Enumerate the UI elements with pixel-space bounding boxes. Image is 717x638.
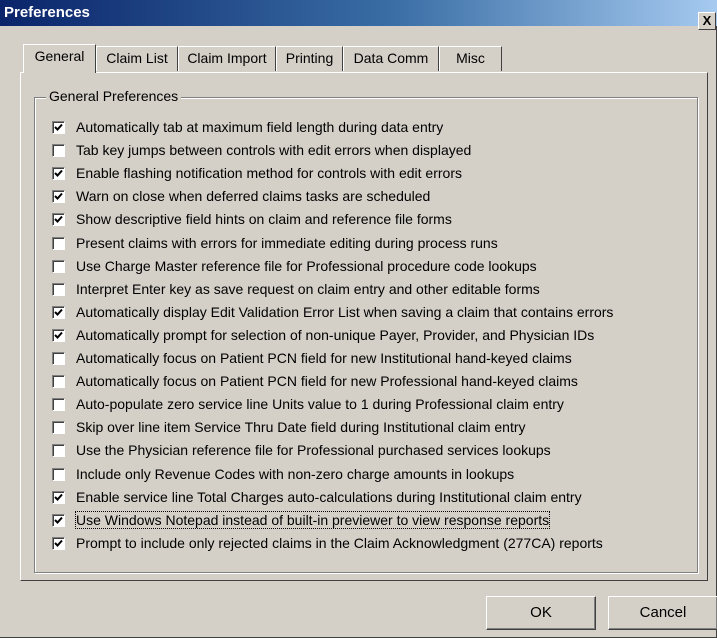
preference-option-label[interactable]: Use Charge Master reference file for Pro… xyxy=(76,258,537,274)
checkmark-icon xyxy=(54,123,63,131)
checkbox-unchecked[interactable] xyxy=(52,351,65,365)
preference-option-label[interactable]: Auto-populate zero service line Units va… xyxy=(76,396,564,412)
preference-option-label[interactable]: Automatically prompt for selection of no… xyxy=(76,327,594,343)
preference-option-label[interactable]: Automatically focus on Patient PCN field… xyxy=(76,373,578,389)
checkbox-checked[interactable] xyxy=(52,513,65,527)
checkbox-checked[interactable] xyxy=(52,189,65,203)
preference-option-label[interactable]: Enable flashing notification method for … xyxy=(76,165,462,181)
preference-option[interactable]: Use Windows Notepad instead of built-in … xyxy=(52,510,551,530)
checkbox-checked[interactable] xyxy=(52,490,65,504)
preference-option-label[interactable]: Prompt to include only rejected claims i… xyxy=(76,535,603,551)
checkbox-checked[interactable] xyxy=(52,328,65,342)
checkmark-icon xyxy=(54,493,63,501)
preference-option[interactable]: Prompt to include only rejected claims i… xyxy=(52,533,603,553)
preference-option-label[interactable]: Use the Physician reference file for Pro… xyxy=(76,442,551,458)
preference-option-label[interactable]: Automatically display Edit Validation Er… xyxy=(76,304,613,320)
checkbox-unchecked[interactable] xyxy=(52,143,65,157)
preference-option[interactable]: Automatically focus on Patient PCN field… xyxy=(52,371,578,391)
preference-option[interactable]: Warn on close when deferred claims tasks… xyxy=(52,186,430,206)
checkbox-unchecked[interactable] xyxy=(52,259,65,273)
checkmark-icon xyxy=(54,516,63,524)
checkmark-icon xyxy=(54,215,63,223)
close-button[interactable]: X xyxy=(698,12,716,30)
cancel-button[interactable]: Cancel xyxy=(608,596,717,630)
checkbox-checked[interactable] xyxy=(52,212,65,226)
preference-option[interactable]: Interpret Enter key as save request on c… xyxy=(52,279,540,299)
preference-option-label[interactable]: Skip over line item Service Thru Date fi… xyxy=(76,419,526,435)
preference-option-label[interactable]: Warn on close when deferred claims tasks… xyxy=(76,188,430,204)
tab-misc[interactable]: Misc xyxy=(439,46,502,71)
checkbox-checked[interactable] xyxy=(52,305,65,319)
window-title: Preferences xyxy=(4,4,90,21)
preference-option-label[interactable]: Automatically focus on Patient PCN field… xyxy=(76,350,572,366)
checkbox-unchecked[interactable] xyxy=(52,374,65,388)
tab-claim-import[interactable]: Claim Import xyxy=(178,46,276,71)
preference-option[interactable]: Use the Physician reference file for Pro… xyxy=(52,440,551,460)
tab-data-comm[interactable]: Data Comm xyxy=(343,46,439,71)
checkmark-icon xyxy=(54,539,63,547)
preference-option[interactable]: Tab key jumps between controls with edit… xyxy=(52,140,471,160)
title-bar[interactable]: Preferences xyxy=(0,0,717,26)
tab-general[interactable]: General xyxy=(23,44,96,73)
preference-option[interactable]: Automatically focus on Patient PCN field… xyxy=(52,348,572,368)
tab-claim-list[interactable]: Claim List xyxy=(96,46,178,71)
preference-option[interactable]: Show descriptive field hints on claim an… xyxy=(52,209,452,229)
ok-button[interactable]: OK xyxy=(486,596,596,630)
checkbox-checked[interactable] xyxy=(52,166,65,180)
preference-option-label[interactable]: Enable service line Total Charges auto-c… xyxy=(76,489,582,505)
preferences-dialog: Preferences X General Claim List Claim I… xyxy=(0,0,717,638)
preference-option-label[interactable]: Interpret Enter key as save request on c… xyxy=(76,281,540,297)
checkbox-unchecked[interactable] xyxy=(52,397,65,411)
preference-option[interactable]: Auto-populate zero service line Units va… xyxy=(52,394,564,414)
preference-option-label[interactable]: Use Windows Notepad instead of built-in … xyxy=(74,511,551,529)
tab-printing[interactable]: Printing xyxy=(276,46,343,71)
preference-option[interactable]: Present claims with errors for immediate… xyxy=(52,233,498,253)
checkbox-checked[interactable] xyxy=(52,120,65,134)
preference-option-label[interactable]: Tab key jumps between controls with edit… xyxy=(76,142,471,158)
checkbox-checked[interactable] xyxy=(52,536,65,550)
checkbox-unchecked[interactable] xyxy=(52,420,65,434)
checkbox-unchecked[interactable] xyxy=(52,443,65,457)
checkmark-icon xyxy=(54,331,63,339)
preference-option-label[interactable]: Automatically tab at maximum field lengt… xyxy=(76,119,443,135)
checkbox-unchecked[interactable] xyxy=(52,236,65,250)
preference-option[interactable]: Include only Revenue Codes with non-zero… xyxy=(52,464,514,484)
group-title: General Preferences xyxy=(46,88,182,104)
preference-option-label[interactable]: Show descriptive field hints on claim an… xyxy=(76,211,452,227)
checkmark-icon xyxy=(54,192,63,200)
preference-option[interactable]: Automatically display Edit Validation Er… xyxy=(52,302,613,322)
checkbox-unchecked[interactable] xyxy=(52,467,65,481)
preference-option[interactable]: Automatically tab at maximum field lengt… xyxy=(52,117,443,137)
preference-option[interactable]: Automatically prompt for selection of no… xyxy=(52,325,594,345)
checkbox-unchecked[interactable] xyxy=(52,282,65,296)
preference-option[interactable]: Skip over line item Service Thru Date fi… xyxy=(52,417,526,437)
preference-option-label[interactable]: Present claims with errors for immediate… xyxy=(76,235,498,251)
checkmark-icon xyxy=(54,308,63,316)
preference-option-label[interactable]: Include only Revenue Codes with non-zero… xyxy=(76,466,514,482)
preference-option[interactable]: Enable flashing notification method for … xyxy=(52,163,462,183)
checkmark-icon xyxy=(54,169,63,177)
preference-option[interactable]: Use Charge Master reference file for Pro… xyxy=(52,256,537,276)
preference-option[interactable]: Enable service line Total Charges auto-c… xyxy=(52,487,582,507)
